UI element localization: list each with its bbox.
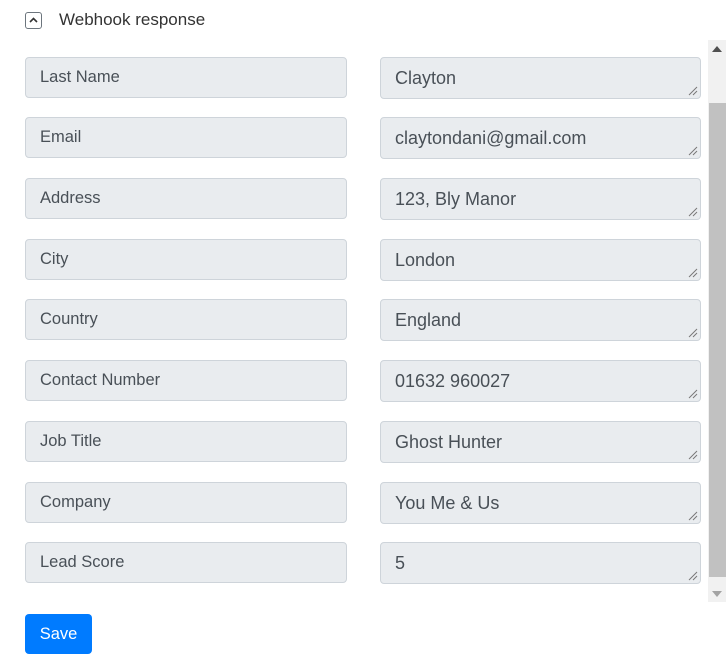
resize-grip-icon[interactable]: [688, 571, 698, 581]
field-value-textarea[interactable]: 123, Bly Manor: [380, 178, 701, 220]
resize-grip-icon[interactable]: [688, 86, 698, 96]
field-value-textarea[interactable]: You Me & Us: [380, 482, 701, 524]
field-value-textarea[interactable]: England: [380, 299, 701, 341]
section-title: Webhook response: [59, 10, 206, 29]
scrollbar-thumb[interactable]: [709, 103, 726, 577]
resize-grip-icon[interactable]: [688, 146, 698, 156]
field-label-input[interactable]: City: [25, 239, 347, 280]
triangle-up-icon: [712, 45, 722, 52]
field-row: Email claytondani@gmail.com: [25, 117, 701, 159]
field-value-textarea[interactable]: 5: [380, 542, 701, 584]
save-button[interactable]: Save: [25, 614, 92, 654]
field-label-input[interactable]: Email: [25, 117, 347, 158]
field-row: Company You Me & Us: [25, 482, 701, 524]
section-header: Webhook response: [25, 9, 205, 31]
scroll-down-arrow[interactable]: [708, 585, 726, 602]
resize-grip-icon[interactable]: [688, 450, 698, 460]
resize-grip-icon[interactable]: [688, 328, 698, 338]
field-label-input[interactable]: Lead Score: [25, 542, 347, 583]
field-row: Last Name Clayton: [25, 57, 701, 99]
scrollbar[interactable]: [708, 40, 726, 602]
field-value-textarea[interactable]: claytondani@gmail.com: [380, 117, 701, 159]
field-label-input[interactable]: Company: [25, 482, 347, 523]
scroll-up-arrow[interactable]: [708, 40, 726, 57]
resize-grip-icon[interactable]: [688, 511, 698, 521]
field-row: Lead Score 5: [25, 542, 701, 584]
field-value-textarea[interactable]: 01632 960027: [380, 360, 701, 402]
field-row: Contact Number 01632 960027: [25, 360, 701, 402]
chevron-up-icon: [29, 17, 38, 23]
resize-grip-icon[interactable]: [688, 389, 698, 399]
field-value-textarea[interactable]: London: [380, 239, 701, 281]
resize-grip-icon[interactable]: [688, 268, 698, 278]
field-label-input[interactable]: Country: [25, 299, 347, 340]
field-label-input[interactable]: Job Title: [25, 421, 347, 462]
resize-grip-icon[interactable]: [688, 207, 698, 217]
field-row: Country England: [25, 299, 701, 341]
field-row: Address 123, Bly Manor: [25, 178, 701, 220]
field-label-input[interactable]: Contact Number: [25, 360, 347, 401]
field-value-textarea[interactable]: Clayton: [380, 57, 701, 99]
field-value-textarea[interactable]: Ghost Hunter: [380, 421, 701, 463]
field-row: City London: [25, 239, 701, 281]
field-label-input[interactable]: Last Name: [25, 57, 347, 98]
triangle-down-icon: [712, 590, 722, 597]
field-row: Job Title Ghost Hunter: [25, 421, 701, 463]
field-label-input[interactable]: Address: [25, 178, 347, 219]
collapse-toggle-button[interactable]: [25, 11, 42, 29]
